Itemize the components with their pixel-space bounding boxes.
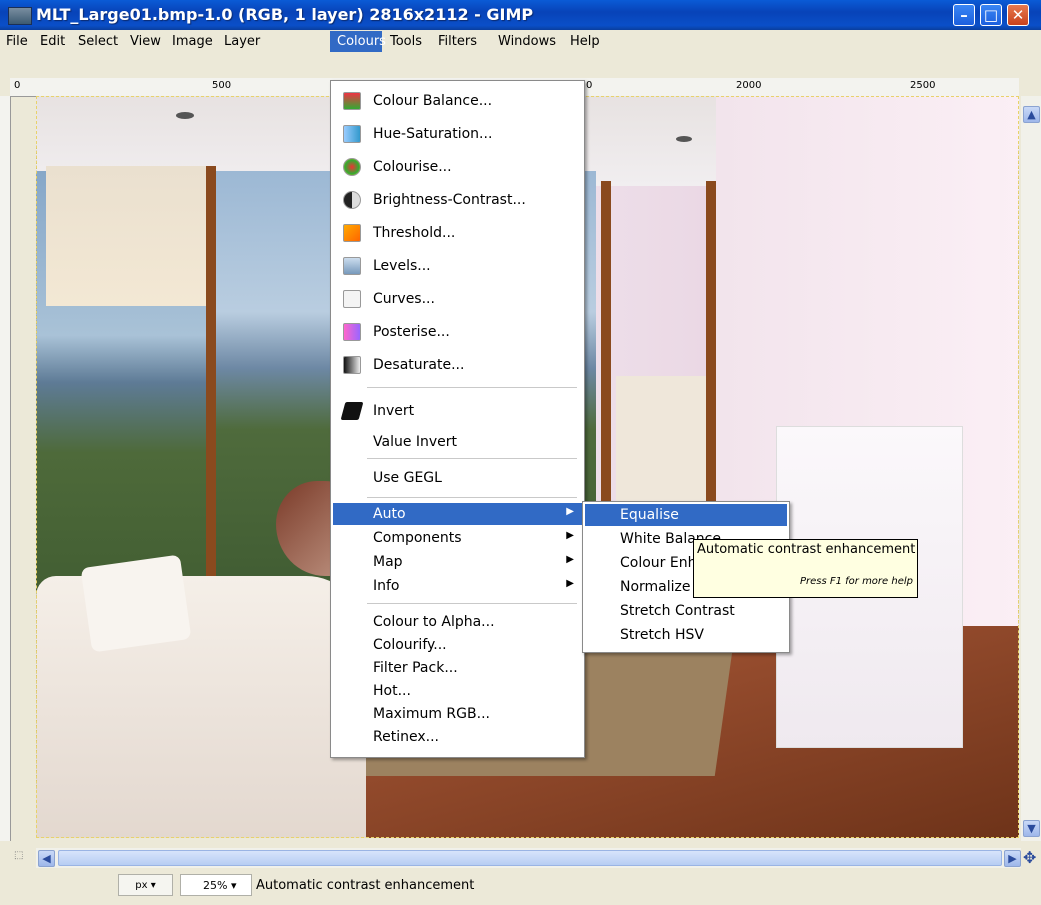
scroll-up-icon[interactable]: ▲ — [1023, 106, 1040, 123]
menu-item-filter-pack[interactable]: Filter Pack... — [331, 657, 584, 680]
colourise-icon — [343, 158, 361, 176]
gimp-app-icon — [8, 7, 32, 25]
menu-item-hot[interactable]: Hot... — [331, 680, 584, 703]
menu-edit[interactable]: Edit — [36, 33, 69, 50]
menu-help[interactable]: Help — [566, 33, 604, 50]
ruler-tick: 500 — [212, 80, 232, 91]
menu-item-map[interactable]: Map ▶ — [331, 551, 584, 574]
navigate-icon[interactable]: ✥ — [1023, 848, 1036, 867]
zoom-select[interactable]: 25% ▾ — [180, 874, 252, 896]
menu-item-brightness-contrast[interactable]: Brightness-Contrast... — [331, 185, 584, 215]
ruler-tick: 2000 — [736, 80, 762, 91]
menu-item-levels[interactable]: Levels... — [331, 251, 584, 281]
menu-item-components[interactable]: Components ▶ — [331, 527, 584, 550]
menu-separator — [367, 387, 577, 388]
window-title: MLT_Large01.bmp-1.0 (RGB, 1 layer) 2816x… — [36, 5, 534, 24]
menu-colours[interactable]: Colours — [333, 33, 390, 50]
menu-separator — [367, 603, 577, 604]
maximize-button[interactable]: □ — [980, 4, 1002, 26]
menu-item-colourify[interactable]: Colourify... — [331, 634, 584, 657]
menu-item-hue-saturation[interactable]: Hue-Saturation... — [331, 119, 584, 149]
menu-item-posterise[interactable]: Posterise... — [331, 317, 584, 347]
status-message: Automatic contrast enhancement — [256, 878, 475, 893]
menu-windows[interactable]: Windows — [494, 33, 560, 50]
ruler-tick: 0 — [14, 80, 21, 91]
menu-item-colour-to-alpha[interactable]: Colour to Alpha... — [331, 611, 584, 634]
vertical-scrollbar[interactable] — [1021, 96, 1041, 841]
menu-item-value-invert[interactable]: Value Invert — [331, 427, 584, 457]
scroll-left-icon[interactable]: ◀ — [38, 850, 55, 867]
menu-view[interactable]: View — [126, 33, 165, 50]
menu-item-colour-balance[interactable]: Colour Balance... — [331, 86, 584, 116]
submenu-arrow-icon: ▶ — [566, 506, 574, 517]
menu-select[interactable]: Select — [74, 33, 122, 50]
invert-icon — [340, 402, 364, 420]
ruler-vertical[interactable] — [0, 96, 11, 841]
menu-item-info[interactable]: Info ▶ — [331, 575, 584, 598]
tooltip-title: Automatic contrast enhancement — [697, 542, 916, 557]
colours-menu: Colour Balance... Hue-Saturation... Colo… — [330, 80, 585, 758]
levels-icon — [343, 257, 361, 275]
desaturate-icon — [343, 356, 361, 374]
curves-icon — [343, 290, 361, 308]
ruler-tick: 2500 — [910, 80, 936, 91]
hue-saturation-icon — [343, 125, 361, 143]
menu-item-stretch-contrast[interactable]: Stretch Contrast — [583, 600, 789, 624]
scroll-down-icon[interactable]: ▼ — [1023, 820, 1040, 837]
menu-item-curves[interactable]: Curves... — [331, 284, 584, 314]
threshold-icon — [343, 224, 361, 242]
menu-item-equalise[interactable]: Equalise — [583, 504, 789, 528]
menu-item-threshold[interactable]: Threshold... — [331, 218, 584, 248]
menu-file[interactable]: File — [2, 33, 32, 50]
unit-select[interactable]: px ▾ — [118, 874, 173, 896]
menu-item-use-gegl[interactable]: Use GEGL — [331, 463, 584, 493]
colour-balance-icon — [343, 92, 361, 110]
menu-image[interactable]: Image — [168, 33, 217, 50]
scroll-right-icon[interactable]: ▶ — [1004, 850, 1021, 867]
submenu-arrow-icon: ▶ — [566, 578, 574, 589]
menu-tools[interactable]: Tools — [386, 33, 426, 50]
menu-item-stretch-hsv[interactable]: Stretch HSV — [583, 624, 789, 648]
menu-item-retinex[interactable]: Retinex... — [331, 726, 584, 749]
quick-mask-icon[interactable]: ⬚ — [14, 850, 23, 861]
close-button[interactable]: ✕ — [1007, 4, 1029, 26]
submenu-arrow-icon: ▶ — [566, 554, 574, 565]
horizontal-scroll-thumb[interactable] — [58, 850, 1002, 866]
submenu-arrow-icon: ▶ — [566, 530, 574, 541]
menu-item-colourise[interactable]: Colourise... — [331, 152, 584, 182]
menu-item-auto[interactable]: Auto ▶ — [331, 503, 584, 526]
menu-item-invert[interactable]: Invert — [331, 396, 584, 426]
tooltip-hint: Press F1 for more help — [799, 576, 913, 587]
tooltip: Automatic contrast enhancement Press F1 … — [693, 539, 918, 598]
posterise-icon — [343, 323, 361, 341]
menu-separator — [367, 458, 577, 459]
menu-separator — [367, 497, 577, 498]
minimize-button[interactable]: – — [953, 4, 975, 26]
brightness-contrast-icon — [343, 191, 361, 209]
ruler-tick: 0 — [586, 80, 593, 91]
menu-item-maximum-rgb[interactable]: Maximum RGB... — [331, 703, 584, 726]
menu-item-desaturate[interactable]: Desaturate... — [331, 350, 584, 380]
menu-layer[interactable]: Layer — [220, 33, 264, 50]
menu-filters[interactable]: Filters — [434, 33, 481, 50]
